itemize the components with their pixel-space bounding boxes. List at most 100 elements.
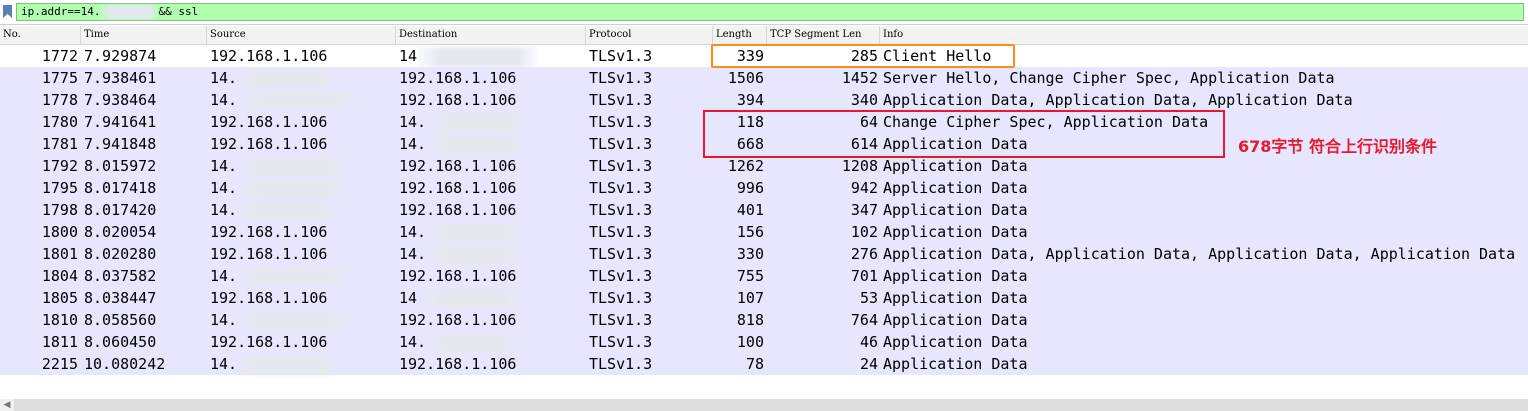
cell-destination-text: 14. <box>399 245 427 263</box>
redacted-ip <box>237 156 348 177</box>
cell-length: 78 <box>700 353 764 375</box>
cell-length-text: 1262 <box>727 157 764 175</box>
cell-tcp-segment-len-text: 1208 <box>841 157 878 175</box>
cell-source: 192.168.1.106 <box>210 221 395 243</box>
cell-destination: 192.168.1.106 <box>399 265 584 287</box>
filter-text-prefix: ip.addr==14. <box>21 5 101 18</box>
redacted-ip <box>426 332 517 353</box>
cell-length-text: 401 <box>736 201 764 219</box>
display-filter-bar: ip.addr==14. && ssl <box>0 0 1528 25</box>
cell-no-text: 1780 <box>41 113 78 131</box>
client-hello-highlight-box <box>711 44 1015 68</box>
cell-time: 8.015972 <box>84 155 204 177</box>
column-header-tcp-segment-len[interactable]: TCP Segment Len <box>767 26 880 44</box>
column-header-no[interactable]: No. <box>0 26 81 44</box>
table-row[interactable]: 1798 8.017420 14. 192.168.1.106 TLSv1.3 401 34… <box>0 199 1528 221</box>
cell-time: 8.037582 <box>84 265 204 287</box>
cell-protocol-text: TLSv1.3 <box>589 289 653 307</box>
cell-source-text: 14. <box>210 267 238 285</box>
column-header-protocol[interactable]: Protocol <box>586 26 713 44</box>
cell-time: 8.058560 <box>84 309 204 331</box>
table-row[interactable]: 1811 8.060450 192.168.1.106 14. TLSv1.3 100 46… <box>0 331 1528 353</box>
cell-length: 1506 <box>700 67 764 89</box>
cell-tcp-segment-len-text: 1452 <box>841 69 878 87</box>
cell-time: 8.038447 <box>84 287 204 309</box>
cell-destination-text: 192.168.1.106 <box>399 267 517 285</box>
cell-info: Application Data <box>883 309 1523 331</box>
column-header-destination[interactable]: Destination <box>396 26 586 44</box>
cell-destination: 14. <box>399 331 584 353</box>
cell-destination: 14 <box>399 45 584 67</box>
cell-destination: 192.168.1.106 <box>399 353 584 375</box>
column-header-info[interactable]: Info <box>880 26 1528 44</box>
table-row[interactable]: 2215 10.080242 14. 192.168.1.106 TLSv1.3 78 24… <box>0 353 1528 375</box>
cell-protocol-text: TLSv1.3 <box>589 91 653 109</box>
scroll-left-icon[interactable]: ◀ <box>0 399 14 411</box>
cell-no-text: 2215 <box>41 355 78 373</box>
cell-time-text: 7.929874 <box>84 47 157 65</box>
cell-no: 1805 <box>0 287 78 309</box>
cell-protocol-text: TLSv1.3 <box>589 201 653 219</box>
cell-no-text: 1804 <box>41 267 78 285</box>
cell-length-text: 394 <box>736 91 764 109</box>
bookmark-icon[interactable] <box>3 5 12 18</box>
cell-protocol: TLSv1.3 <box>589 133 709 155</box>
cell-no: 1772 <box>0 45 78 67</box>
column-header-time[interactable]: Time <box>81 26 207 44</box>
cell-tcp-segment-len: 701 <box>770 265 878 287</box>
table-row[interactable]: 1795 8.017418 14. 192.168.1.106 TLSv1.3 996 94… <box>0 177 1528 199</box>
table-row[interactable]: 1800 8.020054 192.168.1.106 14. TLSv1.3 156 10… <box>0 221 1528 243</box>
cell-tcp-segment-len: 347 <box>770 199 878 221</box>
redacted-ip <box>417 288 523 309</box>
cell-destination-text: 192.168.1.106 <box>399 69 517 87</box>
cell-destination-text: 14 <box>399 47 418 65</box>
column-header-length[interactable]: Length <box>713 26 767 44</box>
cell-destination-text: 14. <box>399 135 427 153</box>
redacted-ip <box>417 46 538 67</box>
table-row[interactable]: 1792 8.015972 14. 192.168.1.106 TLSv1.3 1262 1… <box>0 155 1528 177</box>
cell-info: Server Hello, Change Cipher Spec, Applic… <box>883 67 1523 89</box>
cell-source-text: 14. <box>210 179 238 197</box>
horizontal-scrollbar[interactable]: ◀ <box>0 399 1528 411</box>
cell-info-text: Application Data <box>883 311 1028 329</box>
cell-info-text: Application Data, Application Data, Appl… <box>883 245 1516 263</box>
cell-destination: 192.168.1.106 <box>399 89 584 111</box>
cell-protocol-text: TLSv1.3 <box>589 135 653 153</box>
cell-tcp-segment-len: 53 <box>770 287 878 309</box>
cell-destination: 14. <box>399 243 584 265</box>
cell-source-text: 192.168.1.106 <box>210 333 328 351</box>
cell-destination: 14 <box>399 287 584 309</box>
table-row[interactable]: 1778 7.938464 14. 192.168.1.106 TLSv1.3 394 34… <box>0 89 1528 111</box>
cell-protocol: TLSv1.3 <box>589 331 709 353</box>
cell-length: 401 <box>700 199 764 221</box>
display-filter-input[interactable]: ip.addr==14. && ssl <box>16 3 1524 21</box>
cell-no: 1792 <box>0 155 78 177</box>
cell-source-text: 14. <box>210 311 238 329</box>
table-row[interactable]: 1805 8.038447 192.168.1.106 14 TLSv1.3 107 53 A… <box>0 287 1528 309</box>
table-row[interactable]: 1810 8.058560 14. 192.168.1.106 TLSv1.3 818 76… <box>0 309 1528 331</box>
cell-info: Application Data <box>883 265 1523 287</box>
packet-list-header: No. Time Source Destination Protocol Len… <box>0 26 1528 45</box>
cell-protocol: TLSv1.3 <box>589 199 709 221</box>
cell-tcp-segment-len-text: 276 <box>850 245 878 263</box>
cell-length-text: 996 <box>736 179 764 197</box>
cell-info-text: Application Data <box>883 179 1028 197</box>
table-row[interactable]: 1804 8.037582 14. 192.168.1.106 TLSv1.3 755 70… <box>0 265 1528 287</box>
cell-no-text: 1811 <box>41 333 78 351</box>
redacted-ip <box>426 222 522 243</box>
cell-tcp-segment-len: 1208 <box>770 155 878 177</box>
column-header-source[interactable]: Source <box>207 26 396 44</box>
cell-protocol-text: TLSv1.3 <box>589 267 653 285</box>
table-row[interactable]: 1801 8.020280 192.168.1.106 14. TLSv1.3 330 27… <box>0 243 1528 265</box>
cell-destination: 192.168.1.106 <box>399 309 584 331</box>
cell-time-text: 10.080242 <box>84 355 166 373</box>
cell-destination-text: 192.168.1.106 <box>399 157 517 175</box>
cell-length: 818 <box>700 309 764 331</box>
cell-time-text: 7.938461 <box>84 69 157 87</box>
cell-tcp-segment-len: 340 <box>770 89 878 111</box>
table-row[interactable]: 1775 7.938461 14. 192.168.1.106 TLSv1.3 1506 1… <box>0 67 1528 89</box>
cell-no-text: 1805 <box>41 289 78 307</box>
cell-tcp-segment-len-text: 347 <box>850 201 878 219</box>
redacted-ip <box>100 5 159 19</box>
cell-tcp-segment-len: 764 <box>770 309 878 331</box>
